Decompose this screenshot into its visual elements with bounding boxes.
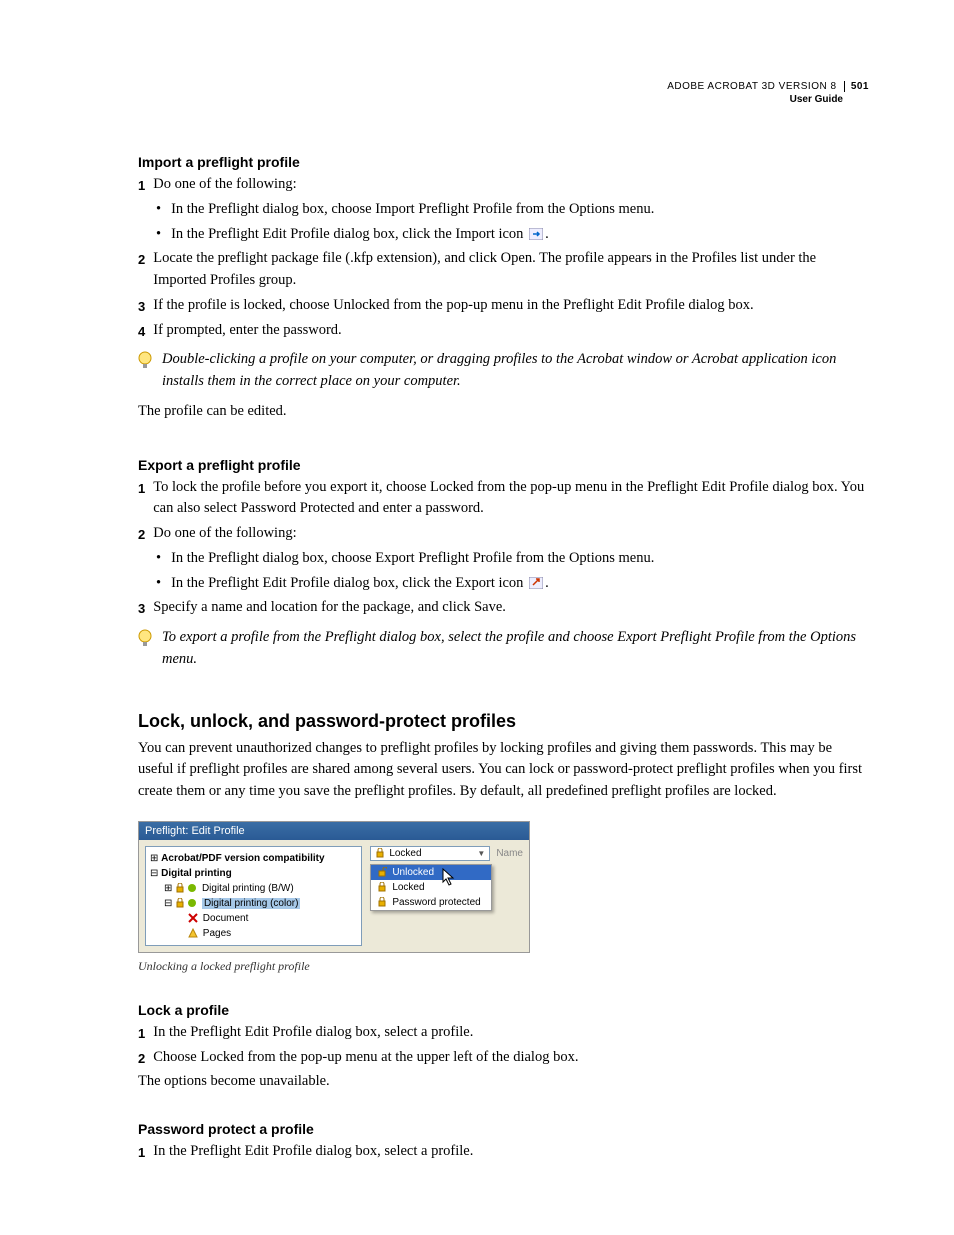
- page-header: ADOBE ACROBAT 3D VERSION 8 501 User Guid…: [138, 80, 869, 106]
- product-name: ADOBE ACROBAT 3D VERSION 8: [667, 81, 836, 92]
- step-number: 1: [138, 1022, 145, 1044]
- page-number: 501: [844, 81, 869, 92]
- step-text: In the Preflight Edit Profile dialog box…: [153, 1022, 473, 1044]
- name-label: Name: [496, 848, 523, 859]
- profile-icon: [187, 883, 197, 893]
- tip-text: Double-clicking a profile on your comput…: [162, 349, 869, 393]
- bullet-text: In the Preflight Edit Profile dialog box…: [171, 224, 549, 246]
- unlock-icon: [377, 867, 387, 877]
- step-text: If the profile is locked, choose Unlocke…: [153, 295, 753, 317]
- warning-icon: [188, 928, 198, 938]
- lock-heading: Lock, unlock, and password-protect profi…: [138, 711, 869, 732]
- profile-icon: [187, 898, 197, 908]
- step-text: Locate the preflight package file (.kfp …: [153, 248, 869, 292]
- menu-option-locked[interactable]: Locked: [371, 880, 491, 895]
- lock-icon: [175, 898, 185, 908]
- lock-icon: [375, 848, 385, 858]
- export-icon: [529, 577, 543, 589]
- lightbulb-icon: [138, 629, 152, 649]
- lock-icon: [175, 883, 185, 893]
- step-number: 3: [138, 295, 145, 317]
- body-text: You can prevent unauthorized changes to …: [138, 738, 869, 803]
- step-number: 1: [138, 477, 145, 521]
- step-number: 1: [138, 1141, 145, 1163]
- step-text: Specify a name and location for the pack…: [153, 597, 506, 619]
- lock-icon: [377, 882, 387, 892]
- figure-caption: Unlocking a locked preflight profile: [138, 959, 869, 974]
- lightbulb-icon: [138, 351, 152, 371]
- lock-state-menu: Unlocked Locked Password protected: [370, 864, 492, 911]
- lock-state-dropdown[interactable]: Locked ▼: [370, 846, 490, 861]
- step-number: 2: [138, 523, 145, 545]
- step-text: Choose Locked from the pop-up menu at th…: [153, 1047, 578, 1069]
- step-number: 4: [138, 320, 145, 342]
- body-text: The options become unavailable.: [138, 1071, 869, 1093]
- import-heading: Import a preflight profile: [138, 154, 869, 170]
- lock-icon: [377, 897, 387, 907]
- bullet-text: In the Preflight dialog box, choose Impo…: [171, 199, 654, 221]
- header-subtitle: User Guide: [667, 93, 869, 106]
- step-number: 2: [138, 1047, 145, 1069]
- step-number: 1: [138, 174, 145, 196]
- step-text: Do one of the following:: [153, 174, 296, 196]
- cursor-icon: [442, 868, 456, 886]
- export-heading: Export a preflight profile: [138, 457, 869, 473]
- step-number: 3: [138, 597, 145, 619]
- x-icon: [188, 913, 198, 923]
- menu-option-password[interactable]: Password protected: [371, 895, 491, 910]
- step-number: 2: [138, 248, 145, 292]
- step-text: In the Preflight Edit Profile dialog box…: [153, 1141, 473, 1163]
- profile-tree[interactable]: ⊞ Acrobat/PDF version compatibility ⊟ Di…: [145, 846, 362, 946]
- import-icon: [529, 228, 543, 240]
- step-text: To lock the profile before you export it…: [153, 477, 869, 521]
- figure-edit-profile: Preflight: Edit Profile ⊞ Acrobat/PDF ve…: [138, 821, 530, 953]
- body-text: The profile can be edited.: [138, 401, 869, 423]
- bullet-text: In the Preflight Edit Profile dialog box…: [171, 573, 549, 595]
- step-text: If prompted, enter the password.: [153, 320, 341, 342]
- step-text: Do one of the following:: [153, 523, 296, 545]
- password-protect-heading: Password protect a profile: [138, 1121, 869, 1137]
- menu-option-unlocked[interactable]: Unlocked: [371, 865, 491, 880]
- chevron-down-icon: ▼: [477, 849, 485, 858]
- dialog-title: Preflight: Edit Profile: [139, 822, 529, 840]
- tip-text: To export a profile from the Preflight d…: [162, 627, 869, 671]
- lock-profile-heading: Lock a profile: [138, 1002, 869, 1018]
- bullet-text: In the Preflight dialog box, choose Expo…: [171, 548, 654, 570]
